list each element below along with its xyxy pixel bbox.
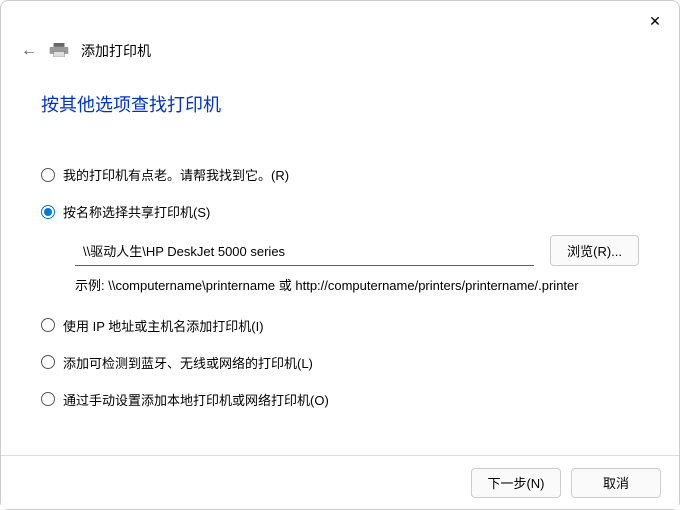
option-label: 我的打印机有点老。请帮我找到它。(R) [63, 165, 289, 184]
browse-button[interactable]: 浏览(R)... [550, 235, 639, 266]
option-by-name[interactable]: 按名称选择共享打印机(S) [41, 202, 639, 221]
radio-icon [41, 318, 55, 332]
radio-icon [41, 205, 55, 219]
option-old-printer[interactable]: 我的打印机有点老。请帮我找到它。(R) [41, 165, 639, 184]
header-title: 添加打印机 [81, 41, 151, 61]
option-label: 添加可检测到蓝牙、无线或网络的打印机(L) [63, 353, 313, 372]
close-icon: ✕ [649, 13, 661, 30]
close-button[interactable]: ✕ [643, 9, 667, 33]
option-label: 通过手动设置添加本地打印机或网络打印机(O) [63, 390, 329, 409]
cancel-button[interactable]: 取消 [571, 468, 661, 498]
option-manual[interactable]: 通过手动设置添加本地打印机或网络打印机(O) [41, 390, 639, 409]
option-label: 使用 IP 地址或主机名添加打印机(I) [63, 316, 264, 335]
example-text: 示例: \\computername\printername 或 http://… [75, 276, 639, 296]
printer-icon [49, 43, 69, 60]
next-button[interactable]: 下一步(N) [471, 468, 561, 498]
radio-icon [41, 392, 55, 406]
radio-icon [41, 355, 55, 369]
back-arrow-icon[interactable]: ← [21, 42, 37, 60]
page-title: 按其他选项查找打印机 [41, 91, 639, 117]
option-by-ip[interactable]: 使用 IP 地址或主机名添加打印机(I) [41, 316, 639, 335]
option-bluetooth[interactable]: 添加可检测到蓝牙、无线或网络的打印机(L) [41, 353, 639, 372]
shared-printer-input[interactable] [75, 236, 534, 266]
wizard-footer: 下一步(N) 取消 [1, 455, 679, 509]
option-label: 按名称选择共享打印机(S) [63, 202, 210, 221]
radio-icon [41, 168, 55, 182]
wizard-header: ← 添加打印机 [1, 1, 679, 61]
